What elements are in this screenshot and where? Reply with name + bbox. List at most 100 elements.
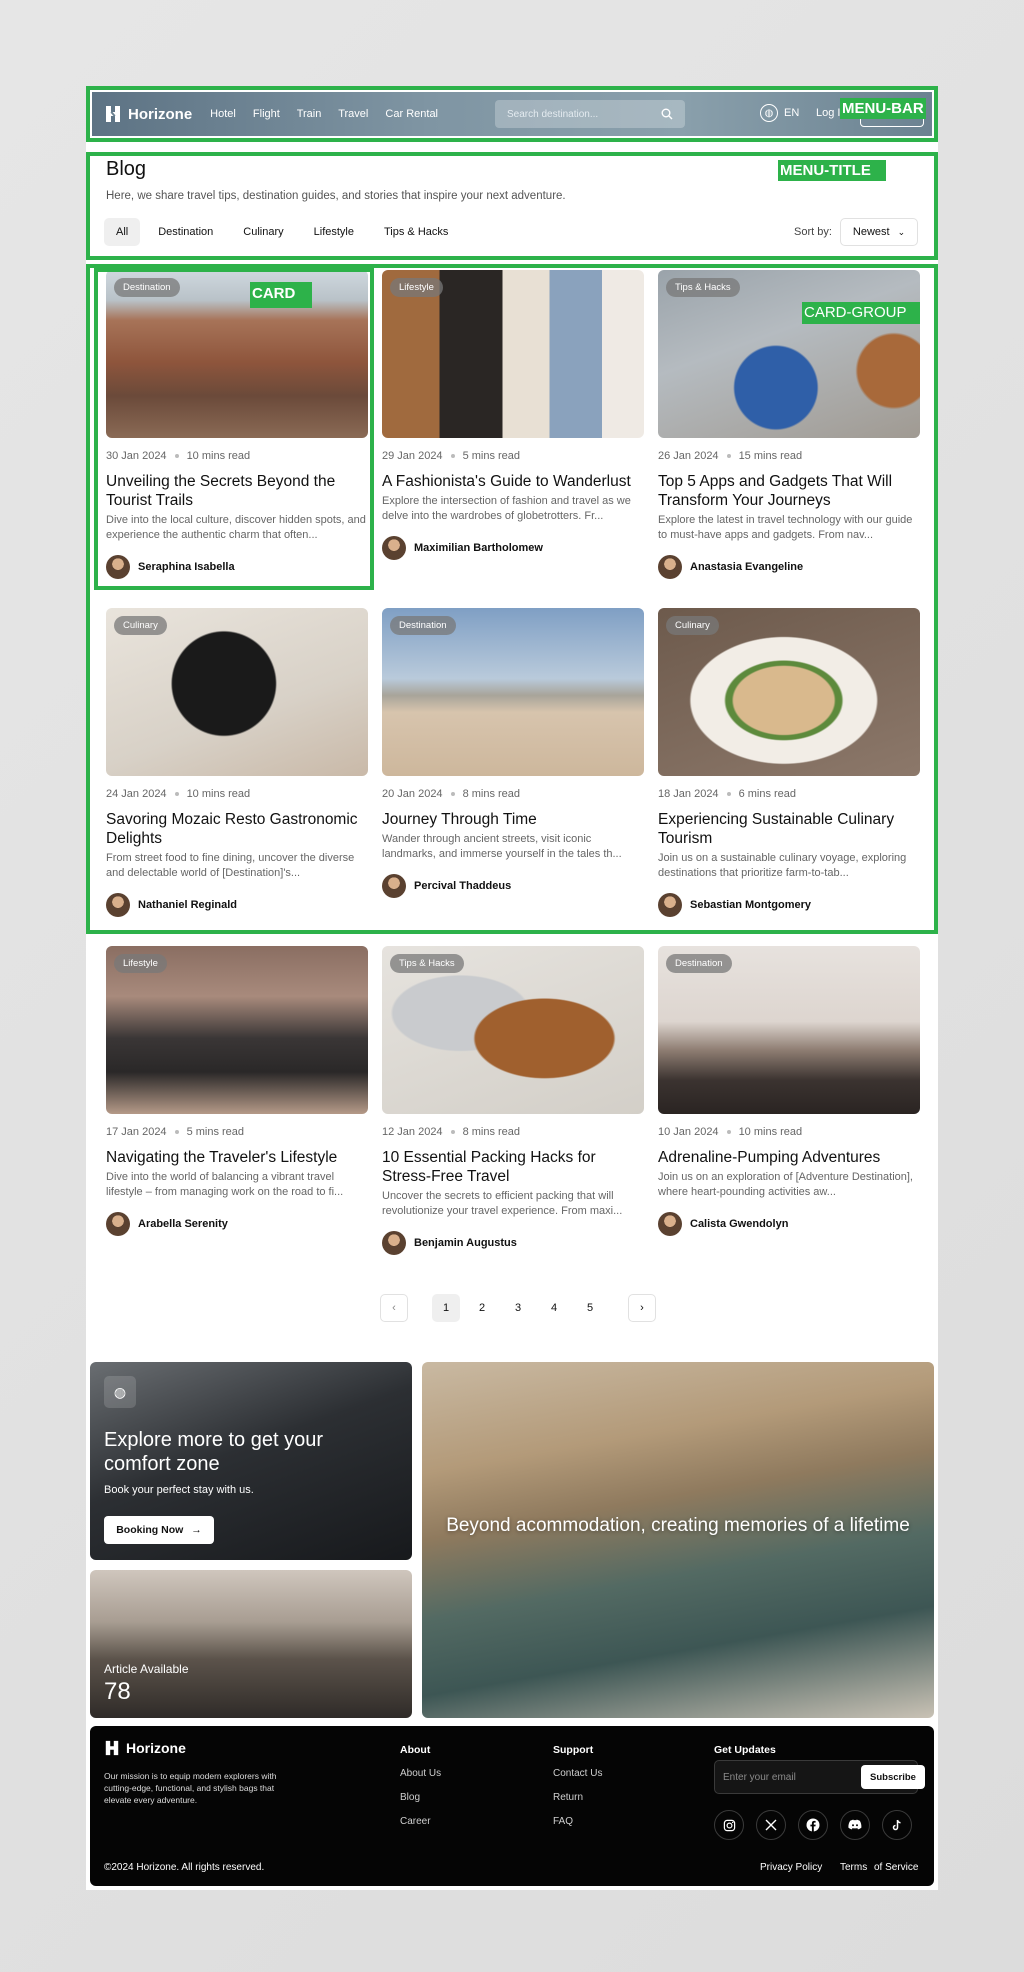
footer-updates-heading: Get Updates: [714, 1744, 776, 1756]
post-title[interactable]: Savoring Mozaic Resto Gastronomic Deligh…: [106, 810, 368, 848]
blog-card[interactable]: Culinary 24 Jan 2024 10 mins read Savorin…: [106, 608, 368, 917]
post-title[interactable]: 10 Essential Packing Hacks for Stress-Fr…: [382, 1148, 644, 1186]
card-image[interactable]: Destination: [106, 270, 368, 438]
discord-icon[interactable]: [840, 1810, 870, 1840]
facebook-icon[interactable]: [798, 1810, 828, 1840]
footer-link-career[interactable]: Career: [400, 1816, 431, 1827]
blog-card[interactable]: Destination 20 Jan 2024 8 mins read Journ…: [382, 608, 644, 898]
chevron-down-icon: ⌄: [897, 226, 906, 237]
blog-card[interactable]: Lifestyle 29 Jan 2024 5 mins read A Fashi…: [382, 270, 644, 560]
search-icon[interactable]: [661, 108, 673, 120]
separator-dot: [450, 454, 455, 458]
footer-link-faq[interactable]: FAQ: [553, 1816, 573, 1827]
read-time: 15 mins read: [738, 450, 803, 462]
nav-train[interactable]: Train: [297, 108, 322, 120]
card-image[interactable]: Tips & Hacks: [382, 946, 644, 1114]
hero-image-card: Beyond acommodation, creating memories o…: [422, 1362, 934, 1718]
blog-card[interactable]: Lifestyle 17 Jan 2024 5 mins read Navigat…: [106, 946, 368, 1236]
card-meta: 12 Jan 2024 8 mins read: [382, 1126, 644, 1138]
footer-mission: Our mission is to equip modern explorers…: [104, 1771, 277, 1805]
article-available-label: Article Available: [104, 1662, 189, 1676]
search-bar: [495, 100, 685, 128]
footer-link-about-us[interactable]: About Us: [400, 1768, 441, 1779]
post-title[interactable]: Adrenaline-Pumping Adventures: [658, 1148, 920, 1167]
language-selector[interactable]: ◍ EN: [760, 104, 799, 122]
card-image[interactable]: Tips & Hacks: [658, 270, 920, 438]
filter-tips-hacks[interactable]: Tips & Hacks: [372, 218, 460, 246]
page-5[interactable]: 5: [576, 1294, 604, 1322]
post-title[interactable]: Experiencing Sustainable Culinary Touris…: [658, 810, 920, 848]
card-image[interactable]: Lifestyle: [106, 946, 368, 1114]
next-page-button[interactable]: ›: [628, 1294, 656, 1322]
subscribe-button[interactable]: Subscribe: [861, 1765, 925, 1789]
card-image[interactable]: Lifestyle: [382, 270, 644, 438]
arrow-right-icon: →: [191, 1524, 202, 1536]
article-count-card: Article Available 78: [90, 1570, 412, 1718]
pagination: ‹ 1 2 3 4 5 ›: [380, 1294, 656, 1322]
card-image[interactable]: Destination: [658, 946, 920, 1114]
avatar: [658, 893, 682, 917]
page-1[interactable]: 1: [432, 1294, 460, 1322]
footer-link-contact-us[interactable]: Contact Us: [553, 1768, 602, 1779]
author-name: Anastasia Evangeline: [690, 561, 804, 573]
page-2[interactable]: 2: [468, 1294, 496, 1322]
card-image[interactable]: Culinary: [106, 608, 368, 776]
post-title[interactable]: Navigating the Traveler's Lifestyle: [106, 1148, 368, 1167]
email-field[interactable]: [723, 1771, 855, 1783]
tiktok-icon[interactable]: [882, 1810, 912, 1840]
filter-all[interactable]: All: [104, 218, 141, 246]
separator-dot: [726, 792, 731, 796]
category-badge: Lifestyle: [114, 954, 167, 973]
promo-booking-card: ◍ Explore more to get your comfort zone …: [90, 1362, 412, 1560]
post-date: 12 Jan 2024: [382, 1126, 443, 1138]
nav-hotel[interactable]: Hotel: [210, 108, 236, 120]
post-title[interactable]: Unveiling the Secrets Beyond the Tourist…: [106, 472, 368, 510]
privacy-policy-link[interactable]: Privacy Policy: [760, 1862, 822, 1873]
post-title[interactable]: A Fashionista's Guide to Wanderlust: [382, 472, 644, 491]
sort-select[interactable]: Newest ⌄: [839, 218, 919, 246]
author-name: Nathaniel Reginald: [138, 899, 238, 911]
terms-of-service-link[interactable]: of Service: [874, 1862, 918, 1873]
globe-icon: ◍: [760, 104, 778, 122]
nav-travel[interactable]: Travel: [338, 108, 368, 120]
booking-now-button[interactable]: Booking Now →: [104, 1516, 214, 1544]
post-excerpt: Dive into the world of balancing a vibra…: [106, 1171, 344, 1198]
avatar: [382, 874, 406, 898]
page-container: Horizone Hotel Flight Train Travel Car R…: [86, 86, 938, 1890]
blog-card[interactable]: Tips & Hacks 12 Jan 2024 8 mins read 10 E…: [382, 946, 644, 1255]
prev-page-button[interactable]: ‹: [380, 1294, 408, 1322]
nav-car-rental[interactable]: Car Rental: [385, 108, 438, 120]
article-count: 78: [104, 1678, 131, 1705]
post-excerpt: Join us on a sustainable culinary voyage…: [658, 852, 907, 879]
read-time: 10 mins read: [738, 1126, 803, 1138]
filter-lifestyle[interactable]: Lifestyle: [302, 218, 366, 246]
filter-destination[interactable]: Destination: [146, 218, 225, 246]
page-4[interactable]: 4: [540, 1294, 568, 1322]
brand-logo[interactable]: Horizone: [104, 105, 192, 123]
card-image[interactable]: Culinary: [658, 608, 920, 776]
search-input[interactable]: [507, 108, 661, 120]
post-title[interactable]: Top 5 Apps and Gadgets That Will Transfo…: [658, 472, 920, 510]
footer-link-blog[interactable]: Blog: [400, 1792, 420, 1803]
blog-card[interactable]: Destination 10 Jan 2024 10 mins read Adre…: [658, 946, 920, 1236]
card-meta: 26 Jan 2024 15 mins read: [658, 450, 920, 462]
nav-flight[interactable]: Flight: [253, 108, 280, 120]
blog-card[interactable]: Culinary 18 Jan 2024 6 mins read Experien…: [658, 608, 920, 917]
x-icon[interactable]: [756, 1810, 786, 1840]
filter-culinary[interactable]: Culinary: [231, 218, 295, 246]
instagram-icon[interactable]: [714, 1810, 744, 1840]
page-3[interactable]: 3: [504, 1294, 532, 1322]
footer-link-return[interactable]: Return: [553, 1792, 583, 1803]
avatar: [658, 555, 682, 579]
read-time: 5 mins read: [462, 450, 521, 462]
post-title[interactable]: Journey Through Time: [382, 810, 644, 829]
blog-card[interactable]: Destination 30 Jan 2024 10 mins read Unve…: [106, 270, 368, 579]
card-meta: 17 Jan 2024 5 mins read: [106, 1126, 368, 1138]
menu-bar: Horizone Hotel Flight Train Travel Car R…: [92, 92, 932, 136]
avatar: [106, 893, 130, 917]
terms-link[interactable]: Terms: [840, 1862, 867, 1873]
footer-logo[interactable]: Horizone: [104, 1740, 186, 1756]
post-excerpt: Uncover the secrets to efficient packing…: [382, 1190, 623, 1217]
author-name: Percival Thaddeus: [414, 880, 512, 892]
card-image[interactable]: Destination: [382, 608, 644, 776]
